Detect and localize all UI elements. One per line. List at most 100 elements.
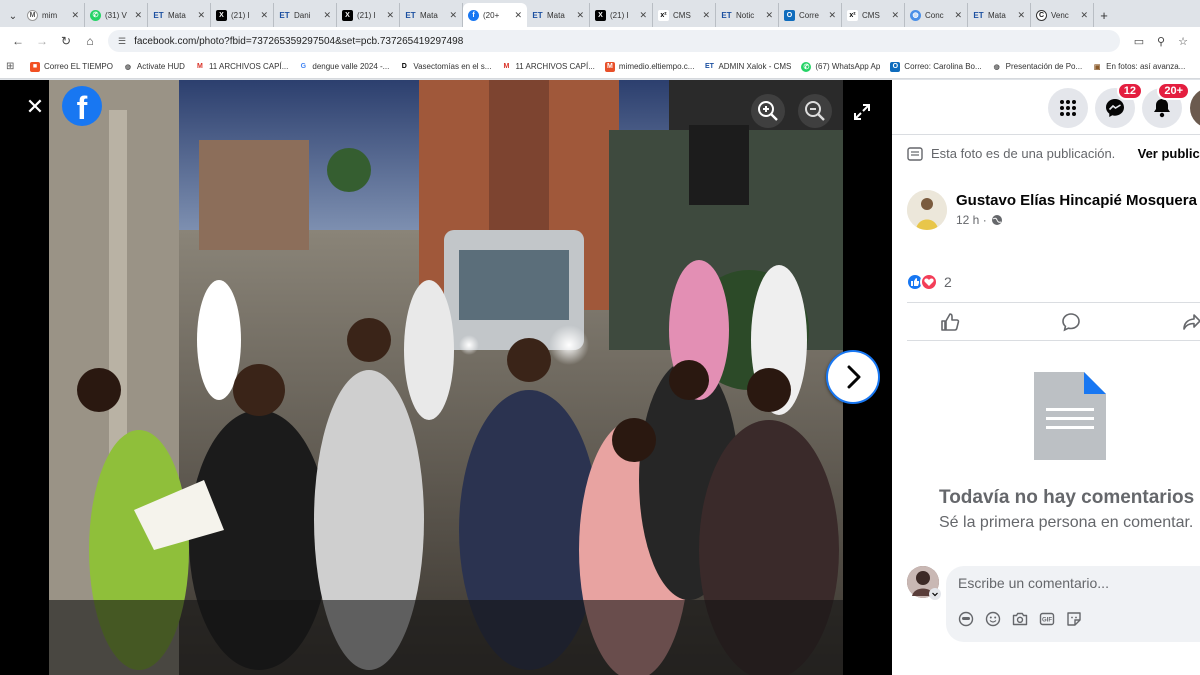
gif-icon[interactable]: GIF <box>1039 611 1055 627</box>
avatar-chevron-down-icon[interactable] <box>929 588 941 600</box>
tab-close-icon[interactable]: ✕ <box>1017 10 1025 21</box>
comment-button[interactable] <box>1058 309 1084 335</box>
browser-tab[interactable]: ◍ Conc ✕ <box>905 3 968 27</box>
cms-icon: x² <box>658 9 669 21</box>
tab-close-icon[interactable]: ✕ <box>891 10 899 21</box>
tab-close-icon[interactable]: ✕ <box>828 10 836 21</box>
apps-grid-icon[interactable]: ⊞ <box>6 61 22 72</box>
camera-icon[interactable] <box>1012 611 1028 627</box>
love-reaction-icon <box>920 273 938 291</box>
browser-tab[interactable]: ET Mata ✕ <box>148 3 211 27</box>
tab-close-icon[interactable]: ✕ <box>386 10 394 21</box>
url-text: facebook.com/photo?fbid=737265359297504&… <box>134 35 464 47</box>
tab-close-icon[interactable]: ✕ <box>702 10 710 21</box>
messenger-button[interactable]: 12 <box>1095 82 1143 128</box>
view-post-link[interactable]: Ver publica <box>1138 146 1200 161</box>
bookmark-label: 11 ARCHIVOS CAPÍ... <box>208 62 289 71</box>
browser-tab[interactable]: x² CMS ✕ <box>653 3 716 27</box>
menu-grid-button[interactable] <box>1048 88 1088 128</box>
address-bar[interactable]: ☰ facebook.com/photo?fbid=73726535929750… <box>108 30 1120 52</box>
cast-icon[interactable]: ▭ <box>1128 35 1150 48</box>
tab-close-icon[interactable]: ✕ <box>260 10 268 21</box>
zoom-out-icon[interactable] <box>798 94 832 128</box>
browser-tab[interactable]: O Corre ✕ <box>779 3 842 27</box>
facebook-logo-icon[interactable]: f <box>62 86 102 126</box>
share-button[interactable] <box>1179 309 1200 335</box>
post-photo[interactable] <box>49 80 843 675</box>
bookmark-item[interactable]: D Vasectomías en el s... <box>399 62 492 72</box>
close-viewer-icon[interactable]: ✕ <box>22 94 48 120</box>
browser-tab[interactable]: ET Notic ✕ <box>716 3 779 27</box>
current-user-avatar[interactable] <box>907 566 941 600</box>
bookmark-item[interactable]: Gdengue valle 2024 -... <box>298 62 390 72</box>
sticker-icon[interactable] <box>1066 611 1082 627</box>
browser-tab[interactable]: ✆ (31) V ✕ <box>85 3 148 27</box>
bookmark-label: En fotos: así avanza... <box>1106 62 1186 71</box>
bookmark-item[interactable]: M 11 ARCHIVOS CAPÍ... <box>501 62 595 72</box>
comment-input[interactable]: Escribe un comentario... GIF <box>946 566 1200 642</box>
new-tab-plus-icon[interactable]: + <box>1094 5 1114 27</box>
bookmark-star-icon[interactable]: ☆ <box>1172 35 1194 48</box>
tab-close-icon[interactable]: ✕ <box>954 10 962 21</box>
post-author: Gustavo Elías Hincapié Mosquera 12 h · <box>907 190 1197 230</box>
tab-close-icon[interactable]: ✕ <box>71 10 79 21</box>
tab-close-icon[interactable]: ✕ <box>576 10 584 21</box>
globe-icon: ◍ <box>124 63 131 71</box>
bookmark-item[interactable]: O Correo: Carolina Bo... <box>890 61 982 72</box>
photo-icon: ▣ <box>1093 63 1101 71</box>
bookmark-item[interactable]: Mmimedio.eltiempo.c... <box>604 61 694 72</box>
bookmarks-bar: ⊞ ■ Correo EL TIEMPO ◍ Activate HUD M 11 ARCH… <box>0 55 1200 79</box>
profile-avatar[interactable] <box>1190 88 1200 128</box>
next-photo-button[interactable] <box>826 350 880 404</box>
bookmark-label: ADMIN Xalok - CMS <box>718 62 792 71</box>
emoji-icon[interactable] <box>985 611 1001 627</box>
author-avatar[interactable] <box>907 190 947 230</box>
forward-arrow-icon[interactable]: → <box>30 34 54 48</box>
comment-placeholder: Escribe un comentario... <box>958 575 1109 591</box>
avatar-sticker-icon[interactable] <box>958 611 974 627</box>
bookmark-item[interactable]: ◍ Presentación de Po... <box>992 62 1083 72</box>
tab-close-icon[interactable]: ✕ <box>765 10 773 21</box>
zoom-in-icon[interactable] <box>751 94 785 128</box>
bookmark-item[interactable]: ▣ En fotos: así avanza... <box>1092 62 1185 72</box>
browser-tab[interactable]: ET Mata ✕ <box>400 3 463 27</box>
tab-close-icon[interactable]: ✕ <box>514 10 522 21</box>
fullscreen-expand-icon[interactable] <box>852 102 872 122</box>
tab-search-chevron-icon[interactable]: ⌄ <box>4 5 22 27</box>
tab-close-icon[interactable]: ✕ <box>1080 10 1088 21</box>
browser-tab[interactable]: ET Dani ✕ <box>274 3 337 27</box>
share-arrow-icon <box>1183 314 1200 330</box>
reactions-summary[interactable]: 2 <box>906 273 952 291</box>
bookmark-item[interactable]: ET ADMIN Xalok - CMS <box>704 62 791 72</box>
back-arrow-icon[interactable]: ← <box>6 34 30 48</box>
messenger-badge: 12 <box>1116 82 1143 100</box>
bookmark-item[interactable]: M 11 ARCHIVOS CAPÍ... <box>195 62 288 72</box>
browser-tab[interactable]: x² CMS ✕ <box>842 3 905 27</box>
tab-close-icon[interactable]: ✕ <box>197 10 205 21</box>
notifications-button[interactable]: 20+ <box>1142 82 1190 128</box>
bookmark-item[interactable]: ■ Correo EL TIEMPO <box>30 61 113 72</box>
browser-tab[interactable]: f (20+ ✕ <box>463 3 527 27</box>
zoom-lens-icon[interactable]: ⚲ <box>1150 35 1172 48</box>
tab-close-icon[interactable]: ✕ <box>639 10 647 21</box>
author-name[interactable]: Gustavo Elías Hincapié Mosquera <box>956 192 1197 209</box>
site-info-icon[interactable]: ☰ <box>118 36 126 47</box>
browser-tab[interactable]: ET Mata ✕ <box>968 3 1031 27</box>
tab-close-icon[interactable]: ✕ <box>134 10 142 21</box>
like-button[interactable] <box>937 309 963 335</box>
browser-tab[interactable]: Mmim ✕ <box>22 3 85 27</box>
bookmark-item[interactable]: ◍ Activate HUD <box>123 62 185 72</box>
browser-tab[interactable]: C Venc ✕ <box>1031 3 1094 27</box>
tab-close-icon[interactable]: ✕ <box>323 10 331 21</box>
browser-tab[interactable]: X (21) I ✕ <box>211 3 274 27</box>
home-icon[interactable]: ⌂ <box>78 34 102 48</box>
tab-label: (20+ <box>483 10 500 20</box>
eltiempo-icon: ET <box>532 10 543 20</box>
reload-icon[interactable]: ↻ <box>54 34 78 48</box>
browser-tab[interactable]: X (21) I ✕ <box>590 3 653 27</box>
browser-tab[interactable]: X (21) I ✕ <box>337 3 400 27</box>
bookmark-item[interactable]: ✆ (67) WhatsApp Ap <box>801 61 880 72</box>
browser-tab[interactable]: ET Mata ✕ <box>527 3 590 27</box>
tab-close-icon[interactable]: ✕ <box>449 10 457 21</box>
post-time-text[interactable]: 12 h · <box>956 213 987 227</box>
